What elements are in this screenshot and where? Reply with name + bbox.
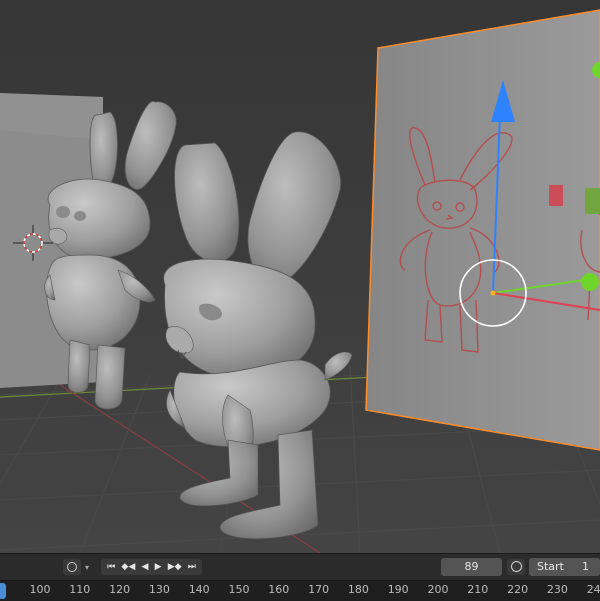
play-icon[interactable]: ▶ (155, 559, 162, 575)
ruler-tick-label: 170 (308, 583, 330, 596)
ruler-tick-label: 120 (109, 583, 131, 596)
ruler-tick-label: 150 (228, 583, 250, 596)
keyframe-record-icon (67, 562, 77, 572)
gizmo-yz-plane-handle[interactable] (585, 188, 600, 214)
chevron-down-icon: ▾ (84, 563, 89, 572)
timeline-header: ▾ ⏮ ◆◀ ◀ ▶ ▶◆ ⏭ 89 Start 1 (0, 553, 600, 581)
current-frame-marker[interactable] (0, 583, 6, 599)
stopwatch-icon (510, 561, 522, 572)
auto-keying-button[interactable] (63, 559, 81, 575)
ruler-tick-label: 230 (546, 583, 568, 596)
next-keyframe-icon[interactable]: ▶◆ (168, 559, 182, 575)
prev-keyframe-icon[interactable]: ◆◀ (121, 559, 135, 575)
3d-viewport[interactable] (0, 0, 600, 553)
current-frame-field[interactable]: 89 (441, 558, 502, 576)
preview-range-toggle[interactable] (507, 559, 525, 575)
ruler-tick-label: 200 (427, 583, 449, 596)
jump-end-icon[interactable]: ⏭ (188, 559, 196, 575)
ruler-tick-label: 100 (29, 583, 51, 596)
reference-image-plane[interactable] (365, 9, 600, 451)
start-frame-value: 1 (582, 560, 589, 573)
object-origin-dot (490, 290, 496, 296)
ruler-tick-label: 240 (586, 583, 600, 596)
ruler-tick-label: 130 (148, 583, 170, 596)
ruler-tick-label: 190 (387, 583, 409, 596)
play-reverse-icon[interactable]: ◀ (141, 559, 148, 575)
gizmo-y-handle-icon[interactable] (581, 273, 599, 291)
ruler-tick-label: 110 (69, 583, 91, 596)
start-frame-field[interactable]: Start 1 (529, 558, 600, 576)
ruler-tick-label: 180 (347, 583, 369, 596)
ruler-tick-label: 160 (268, 583, 290, 596)
timeline-ruler[interactable]: 100 110 120 130 140 150 160 170 180 190 200 210 220 2… (0, 580, 600, 601)
keying-dropdown[interactable]: ▾ (82, 559, 92, 575)
playback-controls: ⏮ ◆◀ ◀ ▶ ▶◆ ⏭ (101, 559, 202, 575)
ruler-tick-label: 210 (467, 583, 489, 596)
gizmo-xz-plane-handle[interactable] (549, 185, 563, 206)
ruler-tick-label: 140 (188, 583, 210, 596)
start-frame-label: Start (537, 560, 564, 573)
ruler-tick-label: 220 (507, 583, 529, 596)
jump-start-icon[interactable]: ⏮ (107, 559, 115, 575)
